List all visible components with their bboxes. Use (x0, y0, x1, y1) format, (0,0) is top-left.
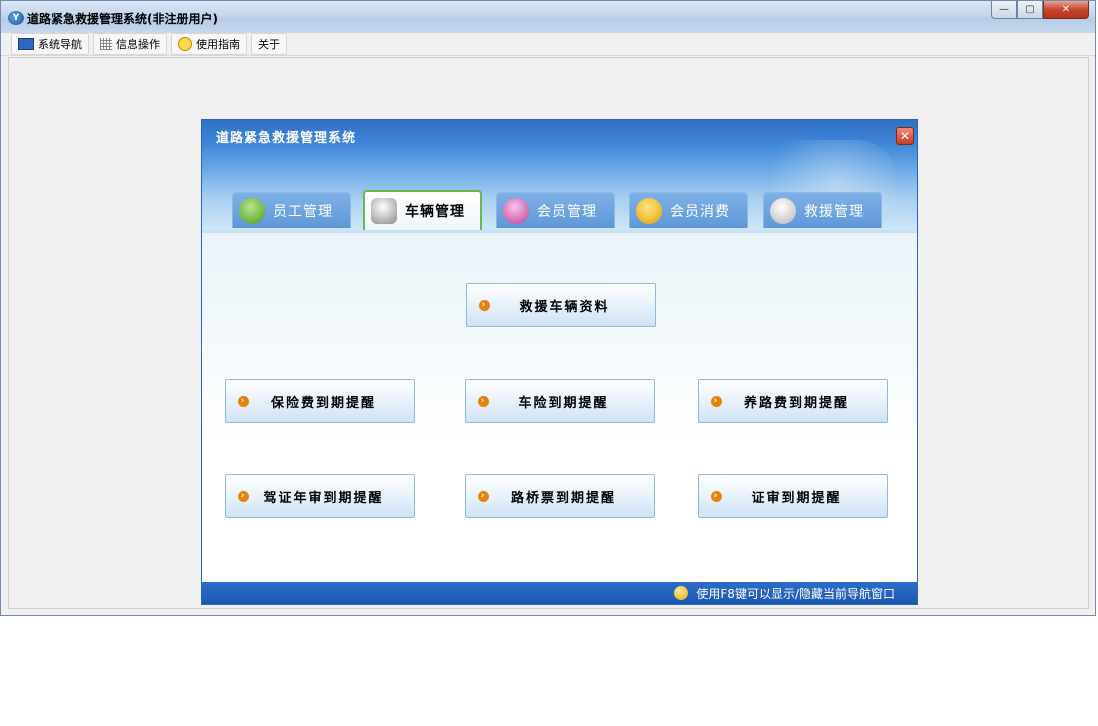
tab-vehicle-management[interactable]: 车辆管理 (363, 190, 482, 230)
button-label: 路桥票到期提醒 (510, 490, 616, 506)
rescue-icon (770, 197, 796, 224)
tab-label: 员工管理 (273, 203, 333, 220)
certificate-review-reminder-button[interactable]: › 证审到期提醒 (698, 474, 888, 518)
menu-info-ops[interactable]: 信息操作 (93, 33, 167, 55)
grid-icon (100, 38, 112, 50)
caption-buttons: — ▢ ✕ (991, 1, 1089, 19)
restore-button[interactable]: ▢ (1017, 1, 1043, 19)
menu-user-guide[interactable]: 使用指南 (171, 33, 247, 55)
arrow-right-icon: › (711, 395, 722, 407)
tab-label: 车辆管理 (405, 204, 465, 220)
monitor-icon (18, 38, 34, 50)
button-label: 救援车辆资料 (519, 299, 610, 315)
button-label: 驾证年审到期提醒 (263, 490, 384, 506)
navigation-dialog: 道路紧急救援管理系统 ✕ 员工管理 车辆管理 会员管理 会员消费 救援管理 › … (201, 119, 918, 605)
button-label: 证审到期提醒 (751, 490, 842, 506)
members-icon (503, 197, 529, 224)
title-bar[interactable]: Y 道路紧急救援管理系统(非注册用户) — ▢ ✕ (1, 1, 1095, 33)
toll-ticket-reminder-button[interactable]: › 路桥票到期提醒 (465, 474, 655, 518)
insurance-fee-reminder-button[interactable]: › 保险费到期提醒 (225, 379, 415, 423)
tab-label: 会员管理 (537, 203, 597, 220)
status-text: 使用F8键可以显示/隐藏当前导航窗口 (696, 586, 895, 601)
tab-label: 救援管理 (804, 203, 864, 220)
menu-system-nav[interactable]: 系统导航 (11, 33, 89, 55)
vehicle-insurance-reminder-button[interactable]: › 车险到期提醒 (465, 379, 655, 423)
close-button[interactable]: ✕ (1043, 1, 1089, 19)
ambulance-icon (371, 198, 397, 224)
minimize-button[interactable]: — (991, 1, 1017, 19)
users-icon (239, 197, 265, 224)
menu-label: 信息操作 (116, 38, 160, 51)
tab-member-consumption[interactable]: 会员消费 (629, 192, 748, 228)
arrow-right-icon: › (479, 299, 490, 311)
dialog-close-button[interactable]: ✕ (896, 127, 914, 145)
arrow-right-icon: › (238, 395, 249, 407)
tab-label: 会员消费 (670, 203, 730, 220)
tab-rescue-management[interactable]: 救援管理 (763, 192, 882, 228)
menu-bar: 系统导航 信息操作 使用指南 关于 (1, 33, 1095, 56)
dialog-status-bar: 使用F8键可以显示/隐藏当前导航窗口 (202, 582, 917, 604)
tab-member-management[interactable]: 会员管理 (496, 192, 615, 228)
user-tip-icon (674, 586, 689, 600)
window-title: 道路紧急救援管理系统(非注册用户) (27, 12, 218, 26)
menu-label: 使用指南 (196, 38, 240, 51)
arrow-right-icon: › (238, 490, 249, 502)
menu-label: 系统导航 (38, 38, 82, 51)
button-label: 养路费到期提醒 (743, 395, 849, 411)
tab-staff-management[interactable]: 员工管理 (232, 192, 351, 228)
arrow-right-icon: › (478, 490, 489, 502)
app-logo-icon: Y (8, 11, 24, 25)
dialog-title: 道路紧急救援管理系统 (216, 131, 357, 146)
arrow-right-icon: › (478, 395, 489, 407)
license-review-reminder-button[interactable]: › 驾证年审到期提醒 (225, 474, 415, 518)
rescue-vehicle-info-button[interactable]: › 救援车辆资料 (466, 283, 656, 327)
consume-icon (636, 197, 662, 224)
dialog-header: 道路紧急救援管理系统 ✕ 员工管理 车辆管理 会员管理 会员消费 救援管理 (202, 120, 917, 230)
button-label: 保险费到期提醒 (270, 395, 376, 411)
bulb-icon (178, 37, 192, 51)
arrow-right-icon: › (711, 490, 722, 502)
button-label: 车险到期提醒 (518, 395, 609, 411)
menu-about[interactable]: 关于 (251, 33, 287, 55)
menu-label: 关于 (258, 38, 280, 51)
road-maintenance-fee-reminder-button[interactable]: › 养路费到期提醒 (698, 379, 888, 423)
dialog-body: › 救援车辆资料 › 保险费到期提醒 › 车险到期提醒 › 养路费到期提醒 › … (202, 230, 917, 586)
